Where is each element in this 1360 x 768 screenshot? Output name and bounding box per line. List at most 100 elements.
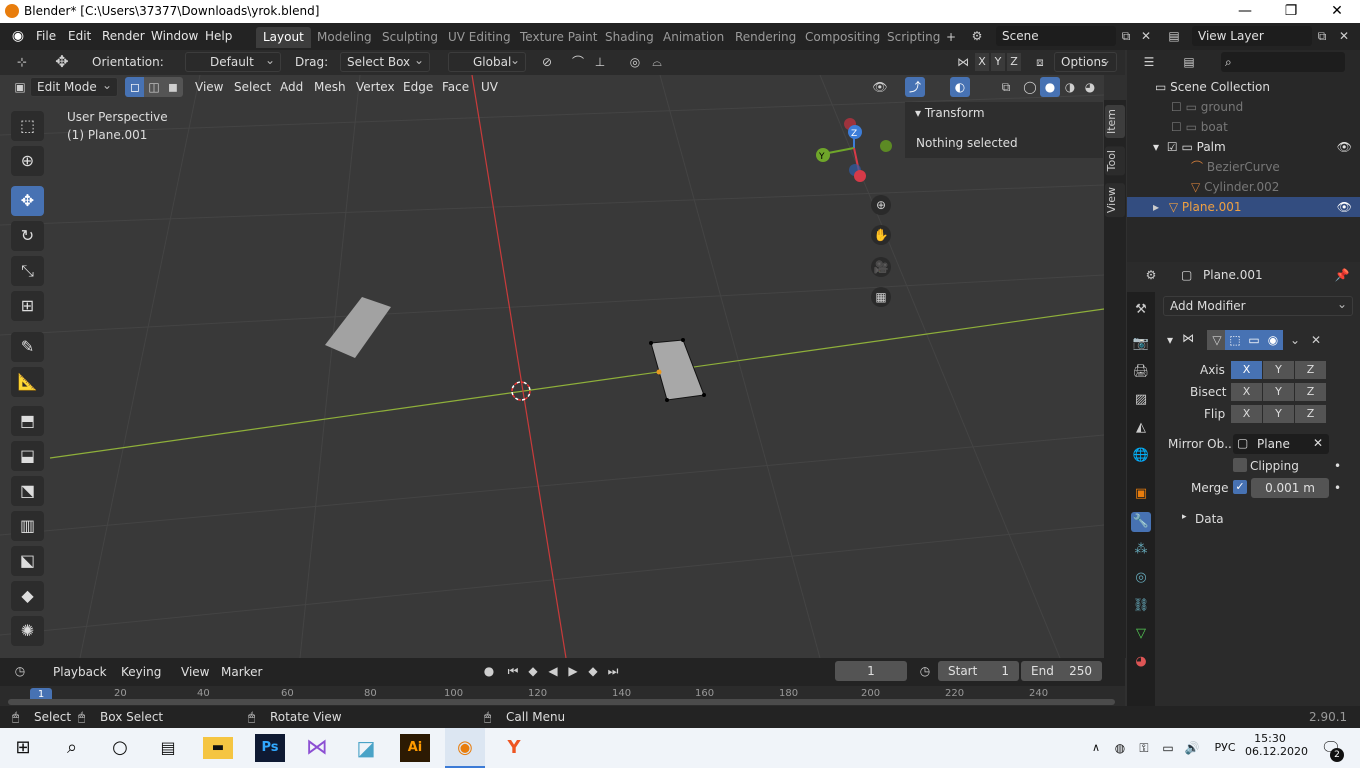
annotate-tool-icon[interactable]: ✎ <box>11 332 44 362</box>
volume-icon[interactable]: 🔊 <box>1182 734 1202 762</box>
checkbox-icon[interactable]: ☐ <box>1171 100 1182 114</box>
expand-icon[interactable]: ▾ <box>1153 140 1159 154</box>
vertex-select-icon[interactable]: ◻ <box>125 77 145 97</box>
bisect-x-button[interactable]: X <box>1231 383 1262 401</box>
prev-keyframe-icon[interactable]: ◆ <box>523 661 543 681</box>
illustrator-icon[interactable]: Ai <box>400 734 430 762</box>
measure-tool-icon[interactable]: 📐 <box>11 367 44 397</box>
jump-start-icon[interactable]: ⏮ <box>503 661 523 681</box>
overlay-toggle-icon[interactable]: ◐ <box>950 77 970 97</box>
timeline-menu-marker[interactable]: Marker <box>221 665 262 679</box>
ortho-grid-icon[interactable]: ▦ <box>871 287 891 307</box>
falloff-icon[interactable]: ⌓ <box>647 52 667 72</box>
view-layer-props-icon[interactable]: ▨ <box>1131 390 1151 410</box>
solid-shading-icon[interactable]: ● <box>1040 77 1060 97</box>
close-window-button[interactable]: ✕ <box>1314 0 1360 23</box>
axis-z-button[interactable]: Z <box>1295 361 1326 379</box>
tab-rendering[interactable]: Rendering <box>728 27 803 48</box>
outliner-scene-collection[interactable]: ▭ Scene Collection <box>1127 77 1360 97</box>
snap-target-icon[interactable]: ⊥ <box>590 52 610 72</box>
orientation-dropdown[interactable]: Default <box>185 51 281 72</box>
modifier-props-icon[interactable]: 🔧 <box>1131 512 1151 532</box>
poly-build-tool-icon[interactable]: ◆ <box>11 581 44 611</box>
world-props-icon[interactable]: 🌐 <box>1131 446 1151 466</box>
xray-icon[interactable]: ⧉ <box>996 77 1016 97</box>
bisect-z-button[interactable]: Z <box>1295 383 1326 401</box>
preview-range-icon[interactable]: ◷ <box>915 661 935 681</box>
visibility-icon[interactable]: 👁 <box>870 77 890 97</box>
end-frame-field[interactable]: End 250 <box>1021 661 1102 681</box>
face-select-icon[interactable]: ◼ <box>163 77 183 97</box>
scene-name-field[interactable]: Scene <box>996 26 1116 46</box>
network-icon[interactable]: ▭ <box>1158 734 1178 762</box>
timeline-ruler[interactable]: 1 20 40 60 80 100 120 140 160 180 200 22… <box>0 686 1125 706</box>
move-tool-button[interactable]: ✥ <box>11 186 44 216</box>
menu-help[interactable]: Help <box>205 29 232 43</box>
vp-menu-edge[interactable]: Edge <box>403 80 433 94</box>
cursor-tool-icon[interactable]: ⊕ <box>11 146 44 176</box>
current-frame-field[interactable]: 1 <box>835 661 907 681</box>
record-icon[interactable]: ● <box>479 661 499 681</box>
bisect-y-button[interactable]: Y <box>1263 383 1294 401</box>
tab-sculpting[interactable]: Sculpting <box>375 27 445 48</box>
material-shading-icon[interactable]: ◑ <box>1060 77 1080 97</box>
vp-menu-mesh[interactable]: Mesh <box>314 80 346 94</box>
tab-modeling[interactable]: Modeling <box>310 27 379 48</box>
render-toggle-icon[interactable]: ◉ <box>1263 330 1283 350</box>
outliner-editor-icon[interactable]: ☰ <box>1139 52 1159 72</box>
menu-file[interactable]: File <box>36 29 56 43</box>
photoshop-icon[interactable]: Ps <box>255 734 285 762</box>
outliner-item-plane001[interactable]: ▸ ▽ Plane.001 👁 <box>1127 197 1360 217</box>
scene-props-icon[interactable]: ◭ <box>1131 418 1151 438</box>
flip-z-button[interactable]: Z <box>1295 405 1326 423</box>
select-tool-icon[interactable]: ⬚ <box>11 111 44 141</box>
flip-y-button[interactable]: Y <box>1263 405 1294 423</box>
sidebar-tab-item[interactable]: Item <box>1105 105 1125 139</box>
timeline-menu-view[interactable]: View <box>181 665 209 679</box>
axis-x-button[interactable]: X <box>1231 361 1262 379</box>
merge-distance-field[interactable]: 0.001 m <box>1251 478 1329 498</box>
tray-app-icon[interactable]: ◍ <box>1110 734 1130 762</box>
new-view-layer-icon[interactable]: ⧉ <box>1312 26 1332 46</box>
object-props-icon[interactable]: ▣ <box>1131 484 1151 504</box>
edge-select-icon[interactable]: ◫ <box>144 77 164 97</box>
tray-expand-icon[interactable]: ∧ <box>1086 734 1106 762</box>
drag-dropdown[interactable]: Select Box <box>340 51 430 72</box>
maximize-button[interactable]: ❐ <box>1268 0 1314 23</box>
transform-panel-header[interactable]: ▾ Transform <box>915 106 985 120</box>
zoom-icon[interactable]: ⊕ <box>871 195 891 215</box>
vp-menu-uv[interactable]: UV <box>481 80 498 94</box>
cortana-icon[interactable]: ○ <box>105 734 135 762</box>
outliner-item-palm[interactable]: ▾ ☑ ▭ Palm 👁 <box>1127 137 1360 157</box>
add-workspace-icon[interactable]: + <box>941 27 961 47</box>
axis-y-toggle[interactable]: Y <box>991 53 1005 71</box>
keyframe-dot-icon[interactable]: • <box>1334 481 1341 495</box>
wireframe-shading-icon[interactable]: ◯ <box>1020 77 1040 97</box>
outliner-item-cylinder[interactable]: ▽ Cylinder.002 <box>1127 177 1360 197</box>
rotate-tool-icon[interactable]: ↻ <box>11 221 44 251</box>
merge-checkbox[interactable]: ✓ <box>1233 480 1247 494</box>
vp-menu-face[interactable]: Face <box>442 80 469 94</box>
data-panel-label[interactable]: Data <box>1195 512 1224 526</box>
next-keyframe-icon[interactable]: ◆ <box>583 661 603 681</box>
view-layer-icon[interactable]: ▤ <box>1164 26 1184 46</box>
add-modifier-dropdown[interactable]: Add Modifier <box>1163 295 1353 316</box>
minimize-button[interactable]: — <box>1222 0 1268 23</box>
tab-uv-editing[interactable]: UV Editing <box>441 27 518 48</box>
data-expand-icon[interactable]: ▸ <box>1182 512 1187 522</box>
mode-dropdown[interactable]: Edit Mode <box>30 76 118 97</box>
jump-end-icon[interactable]: ⏭ <box>603 661 623 681</box>
search-icon[interactable]: ⌕ <box>57 734 87 762</box>
blender-taskbar-icon[interactable]: ◉ <box>445 728 485 768</box>
play-reverse-icon[interactable]: ◀ <box>543 661 563 681</box>
task-view-icon[interactable]: ▤ <box>153 734 183 762</box>
gizmo-toggle-icon[interactable]: ⤴ <box>905 77 925 97</box>
blender-menu-icon[interactable]: ◉ <box>8 26 28 46</box>
timeline-scrollbar[interactable] <box>8 699 1115 705</box>
vp-menu-add[interactable]: Add <box>280 80 303 94</box>
timeline-menu-playback[interactable]: Playback <box>53 665 107 679</box>
constraints-props-icon[interactable]: ⛓ <box>1131 596 1151 616</box>
sidebar-tab-view[interactable]: View <box>1105 183 1125 218</box>
remove-modifier-icon[interactable]: ✕ <box>1306 330 1326 350</box>
remove-scene-icon[interactable]: ✕ <box>1136 26 1156 46</box>
